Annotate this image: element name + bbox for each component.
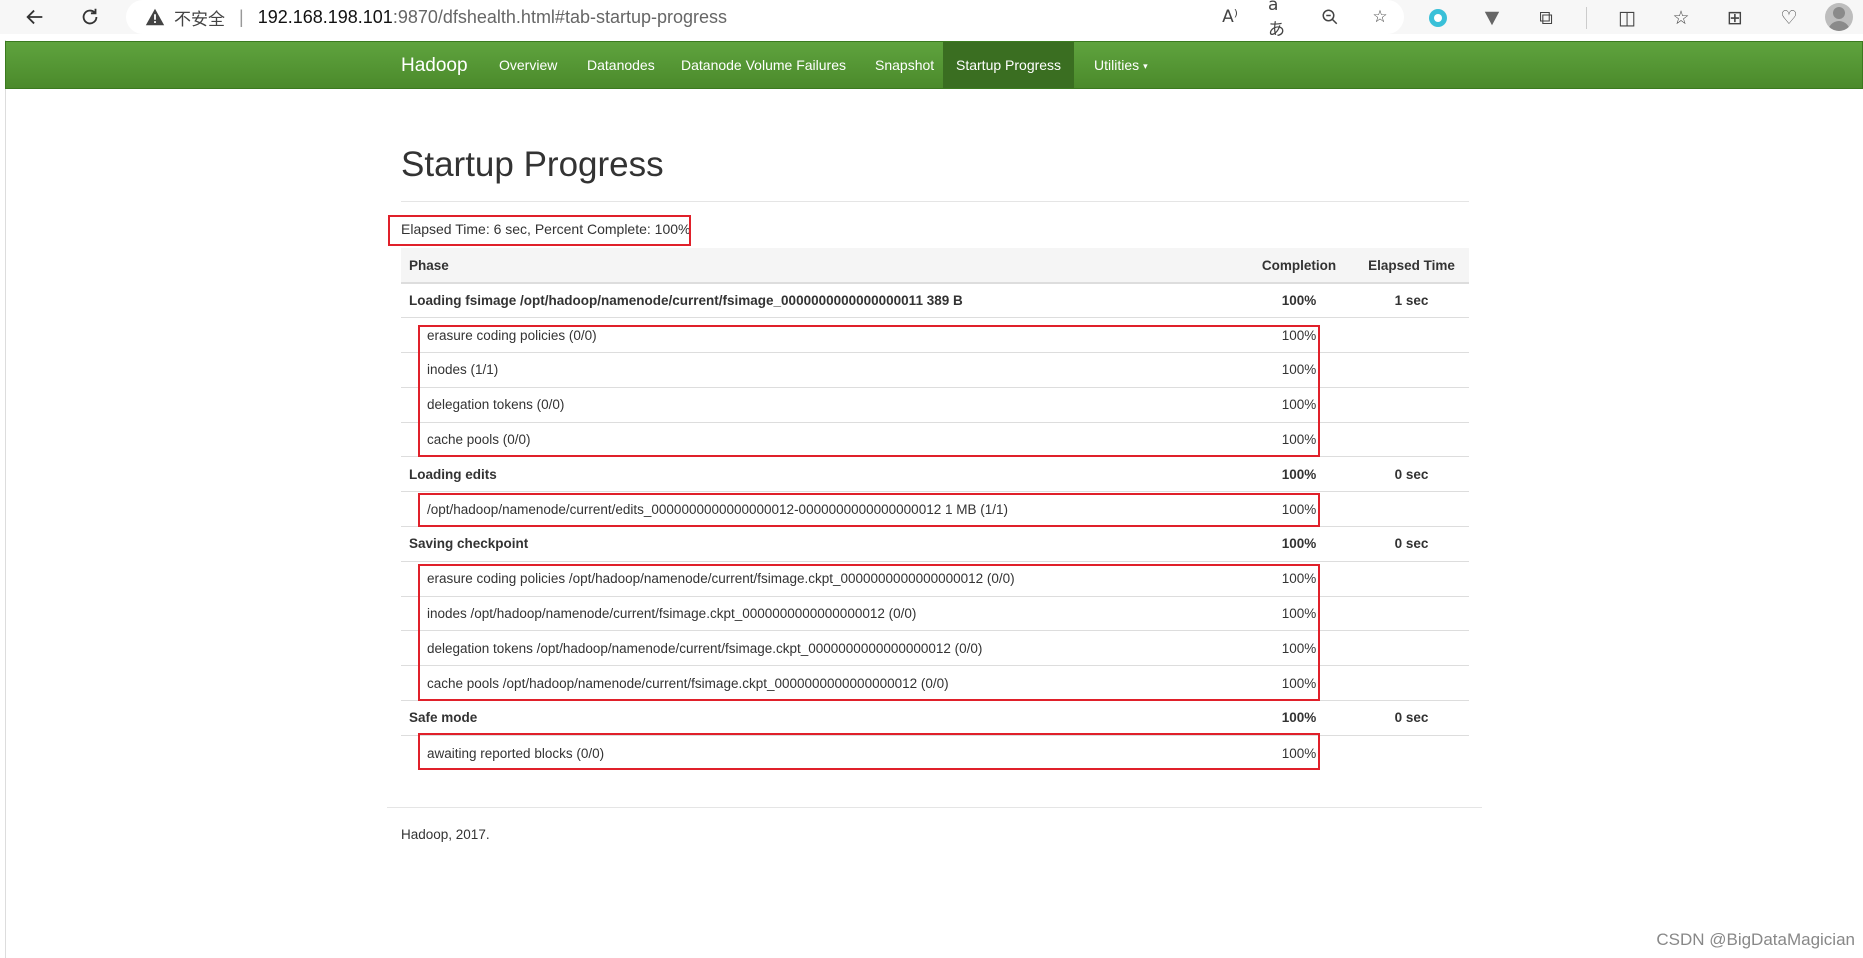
highlight-box-elapsed <box>388 215 691 246</box>
health-icon[interactable]: ♡ <box>1775 4 1803 32</box>
completion-cell: 100% <box>1244 282 1354 318</box>
elapsed-cell: 0 sec <box>1354 526 1469 562</box>
phase-cell: Loading fsimage /opt/hadoop/namenode/cur… <box>401 282 1244 318</box>
nav-overview[interactable]: Overview <box>486 42 570 88</box>
elapsed-cell <box>1354 352 1469 388</box>
highlight-box-fsimage-steps <box>418 325 1320 457</box>
page-title: Startup Progress <box>401 145 664 184</box>
phase-cell: Safe mode <box>401 700 1244 736</box>
highlight-box-edits-steps <box>418 493 1320 527</box>
elapsed-cell <box>1354 560 1469 597</box>
address-separator: | <box>239 6 244 27</box>
highlight-box-checkpoint-steps <box>418 564 1320 701</box>
elapsed-cell <box>1354 317 1469 353</box>
elapsed-cell <box>1354 595 1469 631</box>
header-phase: Phase <box>401 248 1244 284</box>
favorite-star-icon[interactable]: ☆ <box>1368 5 1392 29</box>
completion-cell: 100% <box>1244 700 1354 736</box>
toolbar-divider <box>1586 7 1587 29</box>
nav-datanodes[interactable]: Datanodes <box>574 42 668 88</box>
browser-toolbar: 不安全 | 192.168.198.101:9870/dfshealth.htm… <box>0 0 1863 40</box>
title-divider <box>401 201 1469 202</box>
elapsed-cell <box>1354 630 1469 666</box>
navbar-brand[interactable]: Hadoop <box>401 55 468 77</box>
elapsed-cell <box>1354 491 1469 527</box>
nav-datanode-volume-failures[interactable]: Datanode Volume Failures <box>668 42 859 88</box>
extension-v-icon[interactable] <box>1478 4 1506 32</box>
completion-cell: 100% <box>1244 526 1354 562</box>
elapsed-cell <box>1354 734 1469 771</box>
refresh-icon[interactable] <box>75 2 105 32</box>
table-header-row: Phase Completion Elapsed Time <box>401 248 1469 284</box>
watermark: CSDN @BigDataMagician <box>1656 930 1855 949</box>
split-screen-icon[interactable]: ◫ <box>1613 4 1641 32</box>
address-bar[interactable]: 不安全 | 192.168.198.101:9870/dfshealth.htm… <box>126 0 1404 40</box>
elapsed-cell <box>1354 386 1469 423</box>
translate-icon[interactable]: aあ <box>1268 0 1292 40</box>
table-row: Saving checkpoint 100% 0 sec <box>401 526 1469 562</box>
hadoop-navbar: Hadoop Overview Datanodes Datanode Volum… <box>5 41 1863 89</box>
nav-label: Datanodes <box>587 57 655 73</box>
zoom-out-icon[interactable] <box>1318 5 1342 29</box>
table-row: Loading fsimage /opt/hadoop/namenode/cur… <box>401 282 1469 318</box>
collections-icon[interactable]: ⊞ <box>1721 4 1749 32</box>
favorites-list-icon[interactable]: ☆ <box>1667 4 1695 32</box>
nav-utilities[interactable]: Utilities ▾ <box>1081 42 1161 88</box>
elapsed-cell <box>1354 665 1469 701</box>
elapsed-cell: 0 sec <box>1354 456 1469 492</box>
caret-down-icon: ▾ <box>1143 61 1148 72</box>
phase-cell: Loading edits <box>401 456 1244 492</box>
extension-teal-icon[interactable] <box>1424 4 1452 32</box>
header-completion: Completion <box>1244 248 1354 284</box>
highlight-box-safemode-steps <box>418 733 1320 770</box>
url-path: :9870/dfshealth.html#tab-startup-progres… <box>392 6 728 27</box>
warning-icon <box>145 8 165 26</box>
footer-text: Hadoop, 2017. <box>401 827 490 842</box>
completion-cell: 100% <box>1244 456 1354 492</box>
phase-cell: Saving checkpoint <box>401 526 1244 562</box>
nav-label: Datanode Volume Failures <box>681 57 846 73</box>
url-host: 192.168.198.101 <box>257 6 393 27</box>
elapsed-cell <box>1354 421 1469 457</box>
header-elapsed-time: Elapsed Time <box>1354 248 1469 284</box>
nav-label: Utilities <box>1094 57 1140 73</box>
table-row: Safe mode 100% 0 sec <box>401 700 1469 736</box>
nav-startup-progress[interactable]: Startup Progress <box>943 42 1075 88</box>
profile-avatar[interactable] <box>1825 3 1853 31</box>
nav-label: Snapshot <box>875 57 935 73</box>
security-label[interactable]: 不安全 <box>174 5 225 30</box>
nav-label: Overview <box>499 57 558 73</box>
table-row: Loading edits 100% 0 sec <box>401 456 1469 492</box>
extensions-puzzle-icon[interactable]: ⧉ <box>1532 4 1560 32</box>
nav-label: Startup Progress <box>956 57 1062 73</box>
elapsed-cell: 0 sec <box>1354 700 1469 736</box>
nav-snapshot[interactable]: Snapshot <box>862 42 947 88</box>
elapsed-cell: 1 sec <box>1354 282 1469 318</box>
footer-divider <box>387 807 1482 808</box>
back-icon[interactable] <box>20 2 50 32</box>
read-aloud-icon[interactable]: A⁾ <box>1218 5 1242 29</box>
